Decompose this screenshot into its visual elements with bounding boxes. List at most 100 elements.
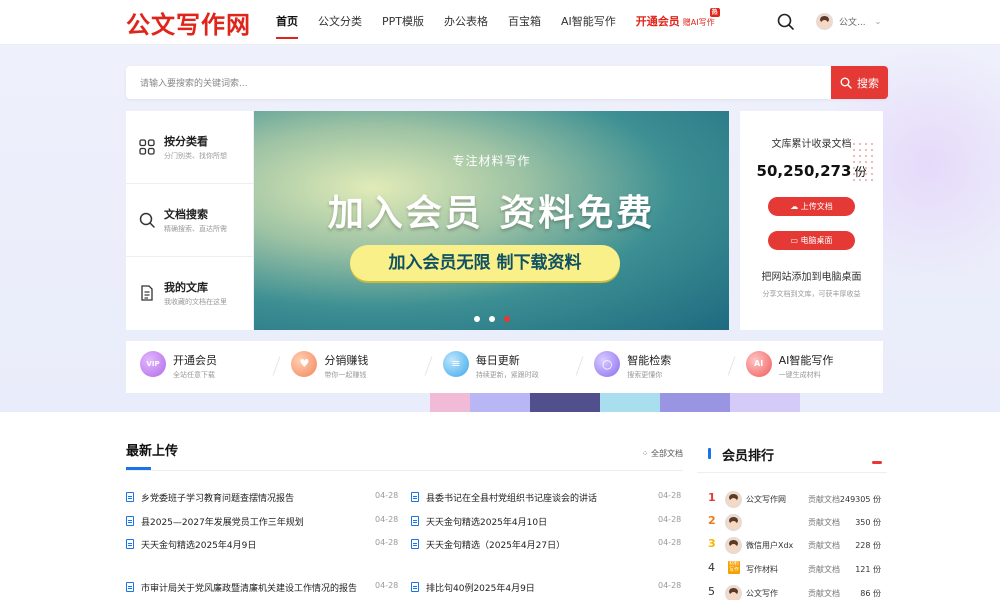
document-title: 天天金句精选（2025年4月27日）: [426, 541, 566, 551]
nav-office-tables[interactable]: 办公表格: [444, 0, 488, 45]
writing-badge-icon: 材料写作: [728, 561, 740, 574]
document-title: 排比句40例2025年4月9日: [426, 584, 535, 594]
chevron-down-icon: ⌄: [874, 17, 882, 26]
file-icon: [411, 516, 419, 526]
section-marker: [708, 448, 711, 459]
feature-subtitle: 一键生成材料: [778, 371, 821, 379]
file-icon: [411, 492, 419, 502]
carousel-dot-active[interactable]: [504, 316, 510, 322]
ranking-row[interactable]: 1 公文写作网 贡献文档 249305 份: [708, 491, 888, 508]
document-title: 乡党委班子学习教育问题查摆情况报告: [141, 494, 295, 504]
rank-number: 4: [708, 561, 715, 574]
all-documents-link[interactable]: ⁘ 全部文档: [642, 448, 683, 459]
latest-uploads-section: 最新上传 ⁘ 全部文档 乡党委班子学习教育问题查摆情况报告 04-28 县202…: [126, 440, 683, 594]
search-icon: [840, 77, 852, 89]
feature-subtitle: 持续更新，紧跟时政: [475, 371, 539, 379]
document-link[interactable]: 乡党委班子学习教育问题查摆情况报告: [126, 491, 294, 504]
document-date: 04-28: [658, 515, 682, 524]
carousel-dot[interactable]: [474, 316, 480, 322]
file-icon: [126, 492, 134, 502]
upload-button[interactable]: ☁ 上传文档: [768, 197, 855, 216]
file-icon: [411, 582, 419, 592]
feature-subtitle: 全站任意下载: [173, 371, 215, 379]
cloud-upload-icon: ☁: [790, 202, 801, 211]
user-avatar: [816, 13, 833, 30]
document-link[interactable]: 县2025—2027年发展党员工作三年规划: [126, 515, 304, 528]
nav-ai-writing[interactable]: AI智能写作: [561, 0, 616, 45]
site-logo[interactable]: 公文写作网: [126, 5, 251, 40]
document-title: 县委书记在全县村党组织书记座谈会的讲话: [426, 494, 598, 504]
menu-title: 文档搜索: [164, 208, 208, 221]
feature-title: 开通会员: [173, 354, 217, 367]
nav-toolbox[interactable]: 百宝箱: [508, 0, 541, 45]
document-link[interactable]: 县委书记在全县村党组织书记座谈会的讲话: [411, 491, 597, 504]
document-date: 04-28: [658, 538, 682, 547]
contribution-label: 贡献文档: [808, 518, 840, 527]
rank-number: 3: [708, 537, 716, 550]
feature-title: AI智能写作: [778, 354, 834, 367]
menu-browse-categories[interactable]: 按分类看 分门别类、找你所想: [126, 111, 253, 184]
banner-subtitle: 专注材料写作: [452, 154, 531, 168]
ranking-indicator: [872, 461, 882, 464]
main-nav: 首页 公文分类 PPT模版 办公表格 百宝箱 AI智能写作 开通会员 赠AI写作 …: [276, 0, 735, 45]
feature-daily-update[interactable]: ≡ 每日更新 持续更新，紧跟时政: [429, 341, 584, 393]
document-link[interactable]: 市审计局关于党风廉政暨清廉机关建设工作情况的报告: [126, 581, 357, 594]
member-name: 公文写作: [746, 589, 778, 598]
promo-banner[interactable]: 专注材料写作 加入会员 资料免费 加入会员无限 制下载资料: [254, 111, 729, 330]
nav-ppt[interactable]: PPT模版: [382, 0, 424, 45]
menu-my-library[interactable]: 我的文库 我收藏的文档在这里: [126, 257, 253, 330]
document-date: 04-28: [375, 515, 399, 524]
avatar: [725, 537, 742, 554]
contribution-count: 350 份: [855, 518, 881, 527]
carousel-dot[interactable]: [489, 316, 495, 322]
document-link[interactable]: 天天金句精选（2025年4月27日）: [411, 538, 565, 551]
doc-count-unit: 份: [854, 165, 867, 179]
banner-cta[interactable]: 加入会员无限 制下载资料: [350, 245, 620, 281]
ranking-row[interactable]: 3 微信用户Xdx 贡献文档 228 份: [708, 537, 888, 554]
doc-count-value: 50,250,273: [756, 162, 852, 180]
feature-smart-search[interactable]: ○ 智能检索 搜索更懂你: [580, 341, 736, 393]
desktop-button[interactable]: ▭ 电脑桌面: [768, 231, 855, 250]
search-input[interactable]: 请输入要搜索的关键词索...: [140, 76, 248, 89]
upload-button-label: 上传文档: [800, 202, 833, 211]
ranking-title: 会员排行: [722, 449, 775, 464]
divider: [126, 470, 683, 471]
nav-categories[interactable]: 公文分类: [318, 0, 362, 45]
contribution-label: 贡献文档: [808, 495, 840, 504]
vip-icon: VIP: [140, 351, 166, 377]
contribution-label: 贡献文档: [808, 589, 840, 598]
user-menu[interactable]: 公文... ⌄: [816, 13, 881, 30]
nav-vip[interactable]: 开通会员 赠AI写作 热: [636, 0, 720, 45]
document-date: 04-28: [375, 491, 399, 500]
document-title: 县2025—2027年发展党员工作三年规划: [141, 518, 304, 528]
top-header: 公文写作网 首页 公文分类 PPT模版 办公表格 百宝箱 AI智能写作 开通会员…: [0, 0, 1000, 45]
document-link[interactable]: 排比句40例2025年4月9日: [411, 581, 535, 594]
document-link[interactable]: 天天金句精选2025年4月10日: [411, 515, 547, 528]
ranking-row[interactable]: 5 公文写作 贡献文档 86 份: [708, 585, 888, 600]
divider: [697, 472, 887, 473]
header-search-icon[interactable]: [776, 12, 796, 32]
document-title: 天天金句精选2025年4月10日: [426, 518, 548, 528]
ranking-row[interactable]: 4 材料写作 写作材料 贡献文档 121 份: [708, 561, 888, 577]
menu-title: 按分类看: [164, 135, 208, 148]
menu-subtitle: 精确搜索、直达所需: [164, 225, 227, 233]
document-link[interactable]: 天天金句精选2025年4月9日: [126, 538, 256, 551]
rank-number: 1: [708, 491, 716, 504]
document-icon: [141, 285, 153, 301]
file-icon: [126, 582, 134, 592]
feature-ai-writing[interactable]: AI AI智能写作 一键生成材料: [732, 341, 883, 393]
add-to-desktop-title: 把网站添加到电脑桌面: [761, 272, 862, 283]
hot-badge: 热: [709, 8, 720, 17]
feature-vip[interactable]: VIP 开通会员 全站任意下载: [126, 341, 281, 393]
grid-small-icon: ⁘: [641, 449, 651, 458]
feature-affiliate[interactable]: ♥ 分销赚钱 带你一起赚钱: [277, 341, 433, 393]
document-date: 04-28: [658, 491, 682, 500]
menu-document-search[interactable]: 文档搜索 精确搜索、直达所需: [126, 184, 253, 257]
menu-subtitle: 我收藏的文档在这里: [164, 298, 227, 306]
search-button[interactable]: 搜索: [831, 66, 888, 99]
grid-icon: [139, 139, 155, 155]
carousel-dots: [474, 316, 519, 322]
contribution-count: 249305 份: [839, 495, 881, 504]
nav-home[interactable]: 首页: [276, 0, 298, 45]
ranking-row[interactable]: 2 贡献文档 350 份: [708, 514, 888, 531]
